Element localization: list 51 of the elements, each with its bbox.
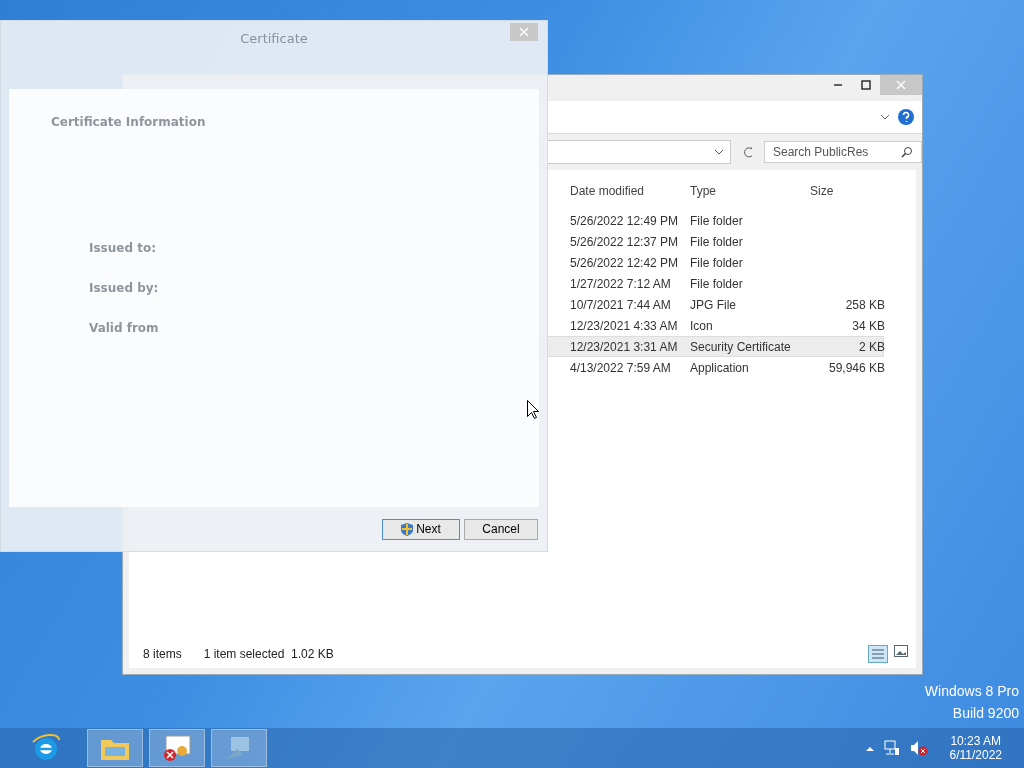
date-cell-text: 12/23/2021 4:33 AM (570, 318, 679, 333)
date-cell-text: 5/26/2022 12:49 PM (570, 213, 680, 228)
size-cell-text: 258 KB (844, 297, 885, 312)
help-icon[interactable] (898, 109, 914, 125)
close-icon (896, 80, 906, 90)
dropdown-icon[interactable] (713, 149, 724, 155)
close-icon (519, 27, 529, 37)
next-button[interactable]: Next (382, 518, 460, 540)
search-field[interactable]: Search PublicRes (763, 141, 922, 163)
clock[interactable]: 10:23 AM 6/11/2022 (949, 734, 1002, 762)
date-cell-text: 5/26/2022 12:42 PM (570, 255, 680, 270)
field-label: Issued to: (89, 241, 157, 255)
type-cell-text: JPG File (690, 297, 737, 312)
thumbnail-view-icon[interactable] (894, 645, 908, 657)
cancel-button[interactable]: Cancel (464, 518, 538, 540)
selection-info: 1 item selected 1.02 KB (203, 647, 334, 661)
field-label: Valid from (89, 321, 160, 335)
search-icon (901, 146, 913, 158)
column-header[interactable]: Size (810, 184, 885, 198)
shield-icon (401, 522, 414, 536)
size-cell-text: 34 KB (851, 318, 885, 333)
minimize-icon (833, 84, 843, 86)
type-cell-text: Application (690, 360, 750, 375)
column-header[interactable]: Date modified (570, 184, 690, 198)
date-cell-text: 5/26/2022 12:37 PM (570, 234, 680, 249)
size-cell-text: 59,946 KB (827, 360, 885, 375)
caret-icon[interactable] (865, 745, 874, 751)
chevron-icon[interactable] (880, 114, 890, 120)
dialog-title: Certificate (240, 30, 308, 46)
date-cell-text: 4/13/2022 7:59 AM (570, 360, 672, 375)
edition-text: Windows 8 Pro (924, 682, 1019, 701)
edition-text: Build 9200 (951, 704, 1019, 723)
item-count: 8 items (143, 647, 182, 661)
network-icon[interactable] (883, 740, 900, 756)
size-cell-text: 2 KB (858, 339, 885, 354)
date-cell-text: 12/23/2021 3:31 AM (570, 339, 679, 354)
section-heading: Certificate Information (51, 115, 207, 129)
date-cell-text: 1/27/2022 7:12 AM (570, 276, 672, 291)
muted-speaker-icon[interactable] (909, 740, 928, 756)
type-cell-text: Security Certificate (690, 339, 792, 354)
certificate-taskbar-icon[interactable] (149, 729, 205, 767)
type-cell-text: File folder (690, 276, 744, 291)
column-header[interactable]: Type (690, 184, 810, 198)
type-cell-text: File folder (690, 213, 744, 228)
field-label: Issued by: (89, 281, 160, 295)
refresh-icon[interactable] (742, 146, 752, 158)
type-cell-text: File folder (690, 255, 744, 270)
date-cell-text: 10/7/2021 7:44 AM (570, 297, 672, 312)
type-cell-text: Icon (690, 318, 714, 333)
type-cell-text: File folder (690, 234, 744, 249)
maximize-icon (861, 80, 871, 90)
